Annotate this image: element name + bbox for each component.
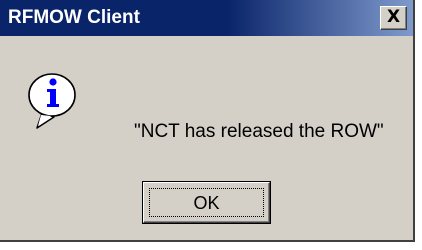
close-icon: X bbox=[386, 7, 401, 27]
close-button[interactable]: X bbox=[380, 6, 407, 30]
message-text: "NCT has released the ROW" bbox=[134, 121, 384, 142]
message-box-window: RFMOW Client X "NCT has released the ROW… bbox=[0, 0, 415, 242]
info-icon bbox=[28, 73, 76, 129]
ok-button-bevel: OK bbox=[143, 182, 270, 223]
title-bar[interactable]: RFMOW Client X bbox=[0, 0, 413, 36]
ok-button[interactable]: OK bbox=[142, 181, 271, 224]
window-title: RFMOW Client bbox=[8, 7, 140, 28]
ok-button-label: OK bbox=[193, 193, 220, 213]
